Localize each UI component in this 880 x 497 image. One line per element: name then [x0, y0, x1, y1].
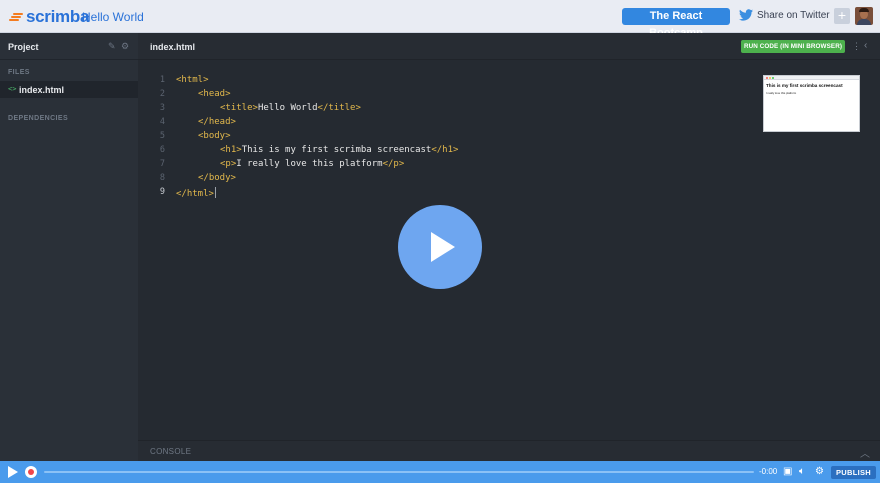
- html-tag-token: <head>: [198, 89, 231, 99]
- volume-icon[interactable]: 🔈︎: [799, 466, 805, 478]
- code-editor[interactable]: index.html RUN CODE (IN MINI BROWSER) ⋮ …: [138, 33, 880, 461]
- progress-bar[interactable]: [44, 471, 754, 473]
- pencil-icon[interactable]: ✎: [108, 42, 117, 51]
- line-number: 8: [159, 173, 165, 183]
- text-token: I really love this platform: [236, 159, 383, 169]
- logo-text: scrimba: [26, 7, 90, 26]
- html-tag-token: <html>: [176, 75, 209, 85]
- play-icon[interactable]: [8, 466, 18, 478]
- html-tag-token: </h1>: [431, 145, 459, 155]
- code-text: <head>: [198, 89, 231, 99]
- tab-index-html[interactable]: index.html: [150, 42, 195, 52]
- html-tag-token: <h1>: [220, 145, 242, 155]
- line-number: 9: [159, 187, 165, 197]
- html-tag-token: </p>: [382, 159, 405, 169]
- user-avatar[interactable]: [855, 7, 873, 25]
- dependencies-section-label[interactable]: DEPENDENCIES: [8, 115, 68, 122]
- text-cursor: [214, 187, 216, 198]
- more-options-icon[interactable]: ⋮: [852, 41, 861, 51]
- code-text: </body>: [198, 173, 236, 183]
- chevron-up-icon[interactable]: ︿: [860, 445, 870, 460]
- project-title: Hello World: [82, 10, 144, 24]
- run-code-button[interactable]: RUN CODE (IN MINI BROWSER): [741, 40, 845, 53]
- preview-heading: This is my first scrimba screencast: [766, 83, 843, 88]
- html-tag-token: </body>: [198, 173, 236, 183]
- image-icon[interactable]: ▣: [783, 466, 792, 478]
- code-text: <title>Hello World</title>: [220, 103, 361, 113]
- code-text: <body>: [198, 131, 231, 141]
- text-token: Hello World: [257, 103, 318, 113]
- settings-gear-icon[interactable]: ⚙: [815, 466, 824, 478]
- code-text: <html>: [176, 75, 209, 85]
- files-section-label: FILES: [8, 69, 30, 76]
- html-tag-token: </head>: [198, 117, 236, 127]
- code-text: </html>: [176, 187, 216, 199]
- gear-icon[interactable]: ⚙: [121, 42, 130, 51]
- plus-icon[interactable]: +: [834, 8, 850, 24]
- html-tag-token: </title>: [317, 103, 361, 113]
- twitter-icon: [739, 9, 753, 21]
- html-tag-token: <body>: [198, 131, 231, 141]
- html-tag-token: <title>: [220, 103, 258, 113]
- share-label: Share on Twitter: [757, 9, 830, 21]
- html-tag-token: <p>: [220, 159, 237, 169]
- console-label: CONSOLE: [150, 447, 192, 456]
- react-bootcamp-button[interactable]: The React Bootcamp: [622, 8, 730, 39]
- logo-mark-icon: [9, 11, 23, 23]
- time-display: -0:00: [759, 467, 778, 476]
- code-file-icon: <>: [8, 85, 17, 93]
- page-bottom: [0, 483, 880, 497]
- scrimba-logo[interactable]: scrimba: [9, 7, 90, 26]
- share-on-twitter-button[interactable]: Share on Twitter: [739, 9, 830, 21]
- text-token: This is my first scrimba screencast: [241, 145, 432, 155]
- sidebar-title: Project: [8, 42, 39, 52]
- play-overlay-button[interactable]: [398, 205, 482, 289]
- code-text: </head>: [198, 117, 236, 127]
- player-controls: -0:00 ▣ 🔈︎ ⚙ PUBLISH: [0, 461, 880, 483]
- code-text: <p>I really love this platform</p>: [220, 159, 404, 169]
- mini-browser-preview[interactable]: This is my first scrimba screencast I re…: [763, 75, 860, 132]
- line-number: 7: [159, 159, 165, 169]
- editor-tab-bar: index.html RUN CODE (IN MINI BROWSER) ⋮ …: [138, 33, 880, 60]
- preview-paragraph: I really love this platform: [766, 91, 797, 95]
- top-bar: scrimba Hello World The React Bootcamp S…: [0, 0, 880, 39]
- chevron-left-icon[interactable]: ‹: [864, 40, 867, 51]
- project-sidebar: Project ✎ ⚙ FILES <> index.html DEPENDEN…: [0, 33, 138, 461]
- line-number: 4: [159, 117, 165, 127]
- line-number: 6: [159, 145, 165, 155]
- line-number: 3: [159, 103, 165, 113]
- sidebar-header: Project ✎ ⚙: [0, 33, 138, 60]
- line-number: 2: [159, 89, 165, 99]
- html-tag-token: </html>: [176, 189, 214, 199]
- console-bar[interactable]: CONSOLE ︿: [138, 440, 880, 461]
- record-icon[interactable]: [25, 466, 37, 478]
- file-item-index-html[interactable]: <> index.html: [0, 81, 138, 98]
- file-name: index.html: [19, 85, 65, 95]
- publish-button[interactable]: PUBLISH: [831, 466, 876, 479]
- code-text: <h1>This is my first scrimba screencast<…: [220, 145, 458, 155]
- preview-toolbar: [764, 76, 859, 80]
- line-number: 5: [159, 131, 165, 141]
- line-number: 1: [159, 75, 165, 85]
